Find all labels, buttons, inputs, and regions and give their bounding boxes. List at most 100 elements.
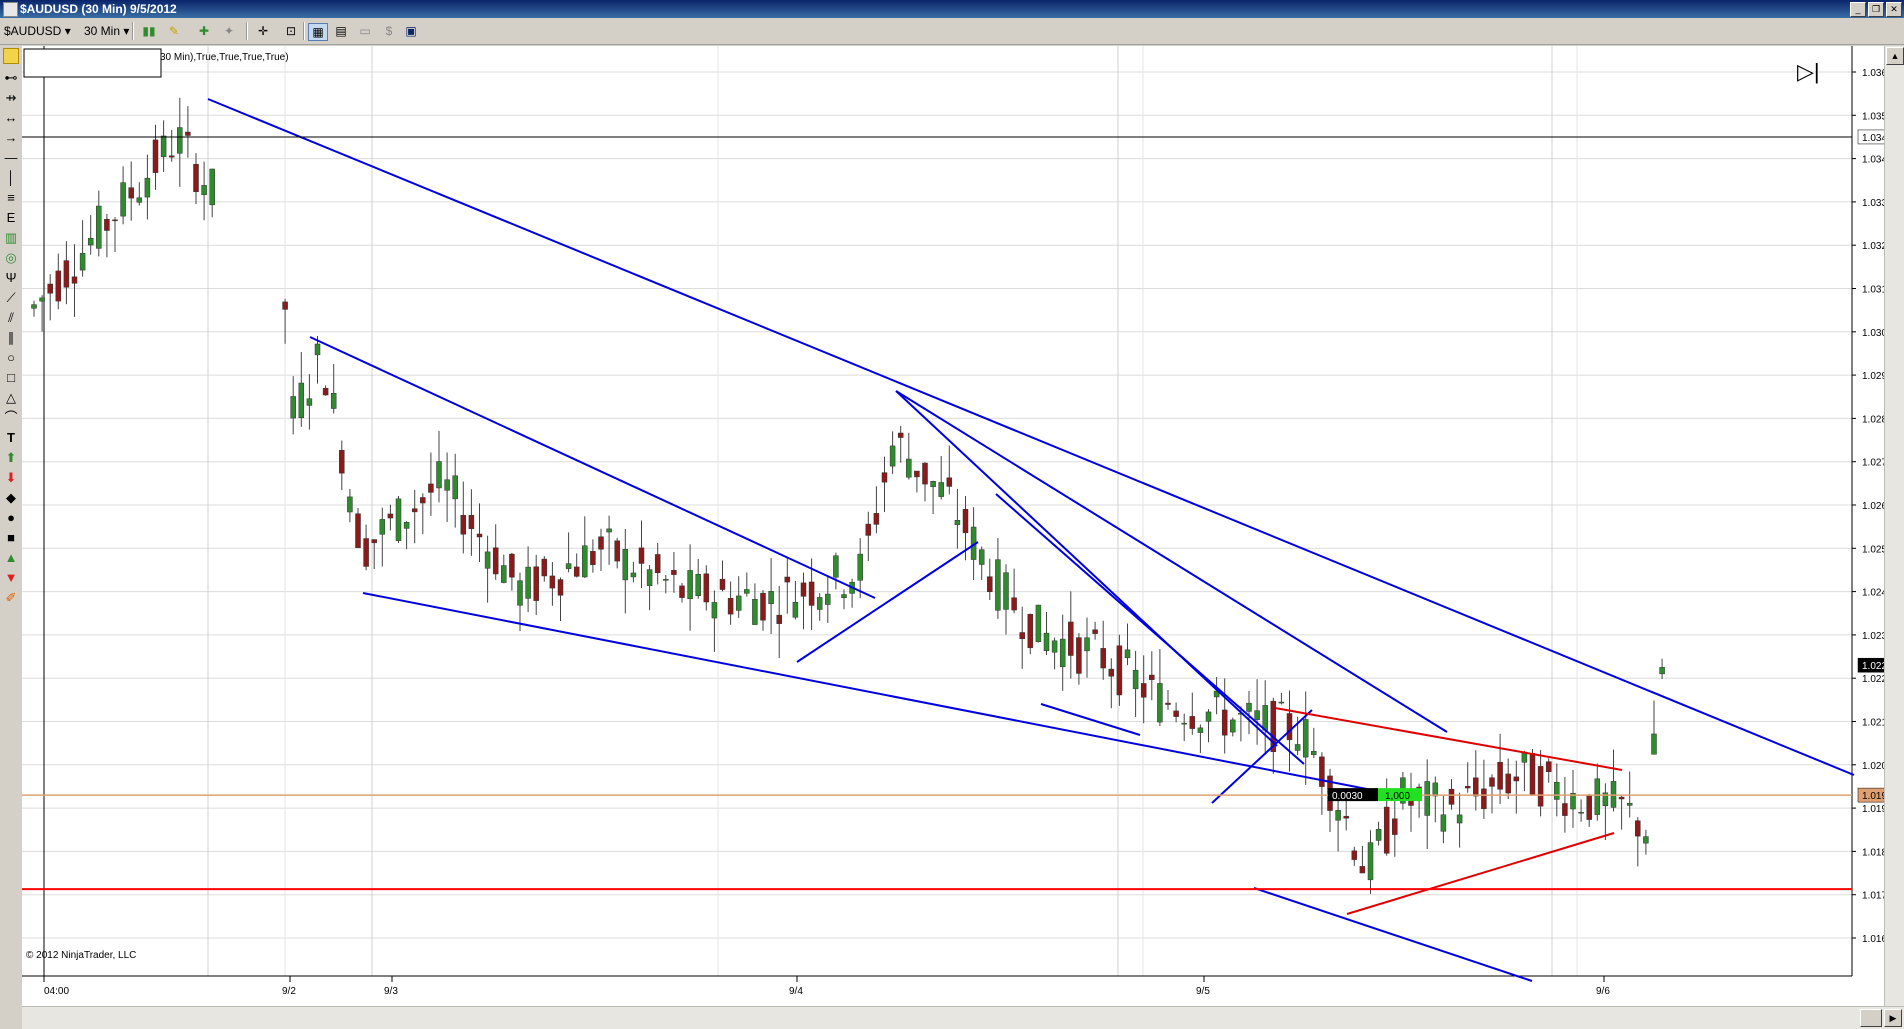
candle-body (768, 591, 774, 604)
strategy-icon[interactable]: ✦ (220, 23, 238, 39)
fib-retracement-icon[interactable]: ≡ (1, 188, 21, 208)
minimize-button[interactable]: _ (1850, 2, 1866, 17)
arc-icon[interactable]: ⌒ (1, 408, 21, 428)
candle-body (1594, 778, 1601, 815)
trendline[interactable] (207, 98, 1855, 776)
scroll-to-end-icon[interactable]: ▷| (1797, 59, 1820, 84)
chart-trader-icon[interactable]: ▦ (308, 23, 328, 41)
interval-selector[interactable]: 30 Min ▾ (84, 22, 129, 40)
ray-tool-icon[interactable]: ⇸ (1, 88, 21, 108)
trend-channel-icon[interactable]: ∥ (1, 328, 21, 348)
square-icon[interactable]: ■ (1, 528, 21, 548)
andrews-pitchfork-icon[interactable]: Ψ (1, 268, 21, 288)
trendline[interactable] (796, 541, 979, 663)
candle-body (428, 483, 434, 493)
trendline[interactable] (895, 390, 1448, 733)
arrow-down-icon[interactable]: ⬇ (1, 468, 21, 488)
template-icon[interactable]: ▭ (356, 23, 374, 39)
horizontal-scrollbar[interactable]: ▶ (22, 1006, 1904, 1029)
time-tick-label: 9/4 (789, 986, 803, 997)
candle (873, 486, 880, 534)
bar-type-icon[interactable]: ▮▮ (140, 23, 158, 39)
candle-body (517, 580, 523, 606)
horizontal-line-icon[interactable]: — (1, 148, 21, 168)
close-button[interactable]: ✕ (1886, 2, 1902, 17)
candle (1545, 758, 1552, 783)
candle-body (727, 597, 734, 615)
dot-icon[interactable]: ● (1, 508, 21, 528)
remove-drawings-icon[interactable]: ✐ (1, 588, 21, 608)
vertical-scrollbar[interactable]: ▲ (1884, 46, 1904, 1006)
ellipse-icon[interactable]: ○ (1, 348, 21, 368)
candle (492, 524, 499, 580)
candle-body (954, 520, 961, 525)
candle (1473, 750, 1479, 811)
triangle-icon[interactable]: △ (1, 388, 21, 408)
fib-circle-icon[interactable]: ◎ (1, 248, 21, 268)
properties-icon[interactable]: ▣ (402, 23, 420, 39)
candle (136, 182, 143, 206)
candle (1375, 821, 1382, 846)
triangle-up-icon[interactable]: ▲ (1, 548, 21, 568)
data-box-icon[interactable]: ▤ (332, 23, 350, 39)
pencil-icon[interactable]: ✎ (165, 23, 183, 39)
candle-body (671, 570, 677, 575)
restore-button[interactable]: ❐ (1868, 2, 1884, 17)
candle-body (420, 497, 426, 504)
triangle-down-icon[interactable]: ▼ (1, 568, 21, 588)
price-chart[interactable]: 0.0030 1,000 1.03601.03501.03401.03301.03… (22, 46, 1904, 1006)
crosshair-icon[interactable]: ✛ (254, 23, 272, 39)
candle (1230, 717, 1236, 737)
rectangle-icon[interactable]: □ (1, 368, 21, 388)
vertical-line-icon[interactable]: │ (1, 168, 21, 188)
candle (47, 274, 53, 321)
candle (1157, 649, 1163, 727)
candle-body (654, 554, 661, 574)
scroll-thumb[interactable] (1860, 1009, 1882, 1027)
candle (1278, 692, 1285, 705)
candle-body (1189, 716, 1196, 729)
candle-body (152, 139, 159, 173)
candle (209, 168, 215, 218)
candle-body (1481, 788, 1487, 810)
candle (476, 503, 483, 563)
text-tool-icon[interactable]: T (1, 428, 21, 448)
candle-body (201, 185, 207, 195)
trendline[interactable] (1274, 707, 1623, 771)
candle-body (363, 538, 369, 567)
draw-box-icon[interactable] (3, 48, 19, 64)
diamond-icon[interactable]: ◆ (1, 488, 21, 508)
trendline[interactable] (895, 390, 1278, 747)
candle (1635, 817, 1641, 867)
trendline[interactable] (1253, 887, 1533, 982)
candle-body (622, 549, 629, 581)
candle-body (1513, 776, 1520, 782)
trendline[interactable] (1040, 703, 1141, 736)
zoom-icon[interactable]: ⊡ (282, 23, 300, 39)
candle-body (87, 237, 94, 246)
candle (201, 161, 207, 221)
arrow-line-icon[interactable]: → (1, 128, 21, 148)
line-tool-icon[interactable]: ⊷ (1, 68, 21, 88)
extended-line-icon[interactable]: ↔ (1, 108, 21, 128)
candle (31, 300, 37, 317)
instrument-selector[interactable]: $AUDUSD ▾ (4, 22, 71, 40)
fib-time-icon[interactable]: ▥ (1, 228, 21, 248)
gann-fan-icon[interactable]: ⟋ (1, 288, 21, 308)
scroll-up-icon[interactable]: ▲ (1886, 47, 1904, 65)
regression-channel-icon[interactable]: ⫽ (1, 308, 21, 328)
candle-body (1440, 814, 1447, 832)
candle-body (865, 523, 872, 536)
chart-panel[interactable]: 0.0030 1,000 1.0360 1.0350 1.0340 1.0330 1.03… (22, 46, 1903, 1006)
order-icon[interactable]: $ (380, 23, 398, 39)
candle-body (557, 579, 564, 596)
scroll-right-icon[interactable]: ▶ (1884, 1009, 1902, 1027)
candle (185, 106, 191, 158)
candle (1011, 568, 1017, 614)
arrow-up-icon[interactable]: ⬆ (1, 448, 21, 468)
candle (509, 552, 515, 591)
trendline[interactable] (995, 493, 1305, 765)
fib-extension-icon[interactable]: Ε (1, 208, 21, 228)
add-indicator-icon[interactable]: ✚ (195, 23, 213, 39)
candle (403, 521, 410, 550)
